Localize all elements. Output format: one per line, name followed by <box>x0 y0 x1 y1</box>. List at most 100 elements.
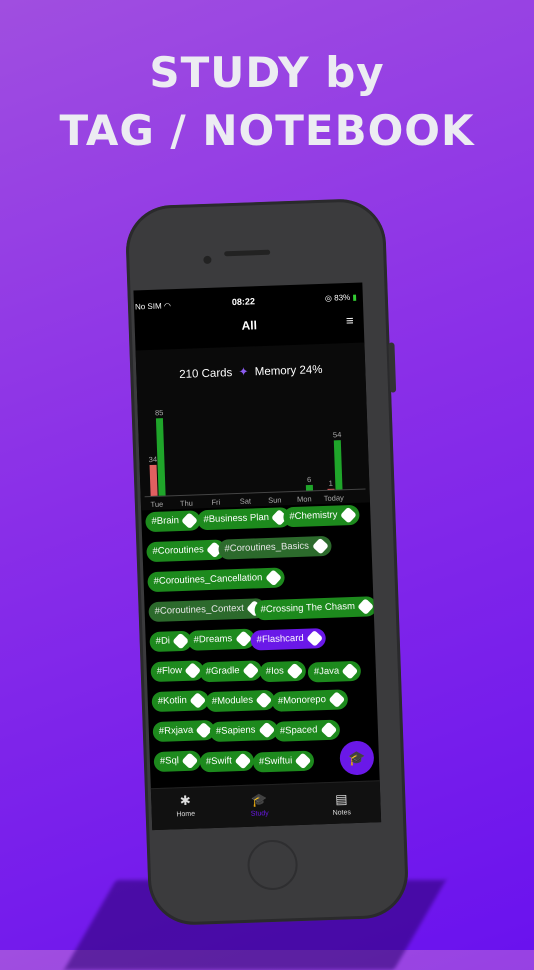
phone-frame: No SIM ◠ 08:22 ◎ 83% ▮ All ≡ 210 Cards ✦… <box>124 197 410 927</box>
tag-chip[interactable]: #Coroutines_Basics <box>218 535 332 560</box>
tag-chip[interactable]: #Spaced <box>273 719 340 742</box>
tag-label: #Di <box>155 635 171 647</box>
tag-icon <box>189 692 207 709</box>
tag-label: #Ios <box>265 665 284 678</box>
tag-icon <box>242 662 260 680</box>
camera-icon <box>203 255 212 265</box>
chart-bar <box>149 464 158 497</box>
tag-chip[interactable]: #Dreams <box>187 628 255 651</box>
graduation-cap-icon: 🎓 <box>347 749 366 767</box>
chart-data-label: 34 <box>149 455 158 464</box>
tag-chip[interactable]: #Coroutines_Context <box>148 598 267 623</box>
tab-label: Study <box>250 810 269 818</box>
tag-chip[interactable]: #Modules <box>205 689 276 713</box>
tag-chip[interactable]: #Sapiens <box>209 719 278 743</box>
tag-label: #Coroutines_Basics <box>224 540 310 555</box>
headline-line-1: STUDY by <box>149 48 385 97</box>
chart-data-label: 54 <box>333 430 342 439</box>
tag-label: #Business Plan <box>203 511 270 526</box>
tag-icon <box>234 630 252 648</box>
battery-indicator: ◎ 83% ▮ <box>324 292 357 303</box>
tag-chip[interactable]: #Java <box>307 660 362 683</box>
tag-label: #Kotlin <box>157 694 188 707</box>
speaker-grille <box>224 249 271 257</box>
tab-home[interactable]: ✱ Home <box>155 793 216 819</box>
tag-chip[interactable]: #Kotlin <box>151 690 210 713</box>
tab-study[interactable]: 🎓 Study <box>229 792 290 818</box>
tag-icon <box>181 512 199 530</box>
chart-tick-label: Mon <box>297 494 312 504</box>
filter-icon[interactable]: ≡ <box>346 313 354 328</box>
tag-icon <box>234 752 252 770</box>
tag-label: #Flow <box>156 665 183 677</box>
tag-chip[interactable]: #Coroutines_Cancellation <box>147 567 285 593</box>
tab-notes[interactable]: ▤ Notes <box>311 791 372 818</box>
graduation-cap-icon: 🎓 <box>250 792 268 808</box>
chart-tick-label: Sun <box>268 495 282 504</box>
battery-icon: ▮ <box>352 292 357 302</box>
chart-bar <box>155 418 166 496</box>
tag-label: #Dreams <box>193 633 233 646</box>
tag-label: #Coroutines_Cancellation <box>153 572 263 587</box>
tag-chip[interactable]: #Rxjava <box>152 719 216 743</box>
tag-chip[interactable]: #Sql <box>153 750 202 773</box>
tag-chip[interactable]: #Crossing The Chasm <box>254 596 378 621</box>
chart-data-label: 1 <box>329 479 333 488</box>
tab-bar: ✱ Home 🎓 Study ▤ Notes <box>150 780 382 831</box>
tag-chip[interactable]: #Coroutines <box>146 539 227 563</box>
tag-label: #Coroutines_Context <box>154 602 245 617</box>
stats-panel: 210 Cards ✦ Memory 24% 34 85 Tue Thu Fri Sat S… <box>135 342 370 511</box>
tag-chip[interactable]: #Gradle <box>199 660 262 683</box>
home-button[interactable] <box>246 839 299 891</box>
tag-icon <box>319 721 337 739</box>
tag-icon <box>339 506 357 524</box>
page-title: All <box>241 318 258 333</box>
wifi-icon: ◠ <box>163 301 172 311</box>
tag-chip[interactable]: #Business Plan <box>197 507 292 531</box>
tab-label: Notes <box>332 809 352 817</box>
tag-chip[interactable]: #Di <box>149 630 193 653</box>
tag-label: #Gradle <box>205 665 240 678</box>
tag-label: #Chemistry <box>289 509 338 523</box>
app-screen: No SIM ◠ 08:22 ◎ 83% ▮ All ≡ 210 Cards ✦… <box>133 282 382 831</box>
chart-data-label: 6 <box>307 475 311 484</box>
chart-tick-label: Tue <box>150 500 163 509</box>
tag-icon <box>357 598 375 616</box>
tag-chip[interactable]: #Ios <box>259 660 307 683</box>
tag-icon <box>306 629 324 647</box>
chart-tick-label: Sat <box>240 496 252 505</box>
tag-label: #Swiftui <box>258 755 293 768</box>
nav-bar: All ≡ <box>134 308 364 346</box>
tag-label: #Rxjava <box>158 724 194 737</box>
tag-icon <box>311 537 329 555</box>
tag-chip[interactable]: #Brain <box>145 510 202 533</box>
notes-icon: ▤ <box>334 791 348 807</box>
logo-icon: ✱ <box>179 792 191 809</box>
tab-label: Home <box>176 810 196 819</box>
tag-label: #Brain <box>151 515 180 528</box>
tag-chip[interactable]: #Flashcard <box>250 628 327 651</box>
tag-label: #Java <box>313 665 340 678</box>
tag-label: #Sql <box>159 755 180 767</box>
tag-chip[interactable]: #Flow <box>150 660 205 683</box>
headline-line-2: TAG / NOTEBOOK <box>59 106 475 155</box>
tag-label: #Swift <box>205 755 232 768</box>
chart-tick-label: Thu <box>180 499 193 508</box>
tag-icon <box>264 569 282 587</box>
tag-icon <box>286 662 304 680</box>
tag-icon <box>328 691 346 709</box>
chart-data-label: 85 <box>155 408 164 417</box>
tag-chip[interactable]: #Swiftui <box>252 750 315 773</box>
tag-chip[interactable]: #Chemistry <box>283 504 360 528</box>
study-fab-button[interactable]: 🎓 <box>339 740 375 776</box>
tag-icon <box>255 691 273 709</box>
tag-chip[interactable]: #Swift <box>199 750 255 773</box>
tag-icon <box>258 721 275 739</box>
clock: 08:22 <box>231 296 256 308</box>
carrier-label: No SIM ◠ <box>134 301 172 312</box>
chart-bar <box>333 440 343 490</box>
tag-chip[interactable]: #Monorepo <box>271 689 349 712</box>
chart-tick-label: Today <box>324 493 345 503</box>
tag-label: #Crossing The Chasm <box>260 600 356 616</box>
tag-label: #Spaced <box>279 724 318 737</box>
